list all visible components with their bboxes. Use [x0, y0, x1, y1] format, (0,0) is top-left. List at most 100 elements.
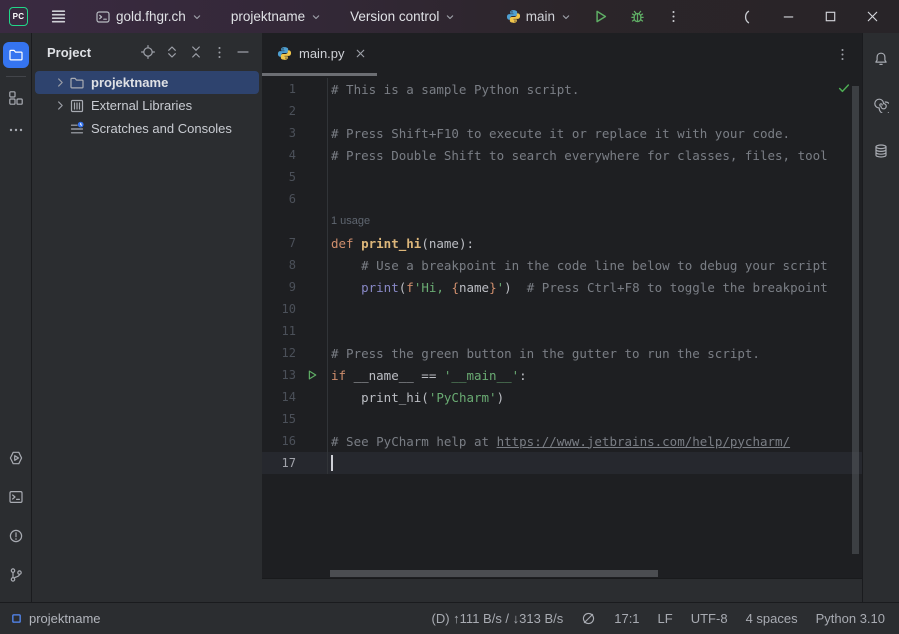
code-editor[interactable]: 1# This is a sample Python script. 2 3 # Pr… [262, 76, 862, 578]
code-line-text: # Press Shift+F10 to execute it or repla… [328, 126, 790, 141]
tab-label: main.py [299, 46, 345, 61]
line-separator-widget[interactable]: LF [658, 611, 673, 626]
code-line[interactable]: 7def print_hi(name): [262, 232, 862, 254]
gutter: 6 [262, 188, 328, 210]
crescent-icon[interactable] [725, 3, 767, 31]
editor-bottom-strip [262, 578, 862, 602]
run-line-icon[interactable] [296, 369, 327, 381]
collapse-all-button[interactable] [187, 43, 205, 61]
code-line[interactable]: 16 # See PyCharm help at https://www.jetb… [262, 430, 862, 452]
line-number[interactable]: 8 [262, 258, 296, 272]
code-token: print_hi [361, 236, 421, 251]
usages-inlay-hint[interactable]: 1 usage [331, 215, 370, 227]
code-line[interactable]: 13if __name__ == '__main__': [262, 364, 862, 386]
tab-options-button[interactable] [823, 33, 862, 76]
caret-position-widget[interactable]: 17:1 [614, 611, 639, 626]
ai-assistant-button[interactable] [868, 92, 894, 118]
code-line[interactable]: 2 [262, 100, 862, 122]
line-number[interactable]: 5 [262, 170, 296, 184]
code-line[interactable]: 8 # Use a breakpoint in the code line be… [262, 254, 862, 276]
minimize-window-button[interactable] [767, 3, 809, 31]
chevron-down-icon [444, 11, 456, 23]
code-token: f [406, 280, 414, 295]
indent-widget[interactable]: 4 spaces [746, 611, 798, 626]
tree-item-scratches-and-consoles[interactable]: Scratches and Consoles [35, 117, 259, 140]
debug-button[interactable] [623, 4, 652, 29]
code-line[interactable]: 4# Press Double Shift to search everywhe… [262, 144, 862, 166]
database-button[interactable] [868, 138, 894, 164]
line-number[interactable]: 15 [262, 412, 296, 426]
line-number[interactable]: 16 [262, 434, 296, 448]
line-number[interactable]: 7 [262, 236, 296, 250]
line-number[interactable]: 4 [262, 148, 296, 162]
line-number[interactable]: 17 [262, 456, 296, 470]
inlay-row[interactable]: 1 usage [262, 210, 862, 232]
code-line[interactable]: 3 # Press Shift+F10 to execute it or repl… [262, 122, 862, 144]
chevron-right-icon[interactable] [53, 75, 69, 90]
horizontal-scrollbar[interactable] [330, 570, 658, 577]
project-selector[interactable]: projektname [225, 5, 328, 28]
gutter: 2 [262, 100, 328, 122]
inspection-ok-icon[interactable] [837, 81, 851, 95]
panel-header-actions [139, 43, 252, 61]
tree-item-external-libraries[interactable]: External Libraries [35, 94, 259, 117]
maximize-window-button[interactable] [809, 3, 851, 31]
run-config-selector[interactable]: main [500, 5, 578, 28]
chevron-right-icon[interactable] [53, 98, 69, 113]
code-token: ) [504, 280, 512, 295]
vertical-scrollbar[interactable] [852, 86, 859, 554]
select-opened-file-button[interactable] [139, 43, 157, 61]
panel-options-button[interactable] [211, 44, 228, 61]
problems-tool-button[interactable] [3, 523, 29, 549]
gutter: 17 [262, 452, 328, 474]
terminal-tool-button[interactable] [3, 484, 29, 510]
encoding-widget[interactable]: UTF-8 [691, 611, 728, 626]
inspections-widget[interactable] [581, 611, 596, 626]
run-button[interactable] [586, 4, 615, 29]
close-tab-button[interactable] [354, 47, 367, 60]
interpreter-widget[interactable]: Python 3.10 [816, 611, 885, 626]
code-line-text: # See PyCharm help at https://www.jetbra… [328, 434, 790, 449]
code-line[interactable]: 11 [262, 320, 862, 342]
code-line[interactable]: 10 [262, 298, 862, 320]
close-window-button[interactable] [851, 3, 893, 31]
more-actions-button[interactable] [660, 5, 687, 28]
code-line[interactable]: 6 [262, 188, 862, 210]
line-number[interactable]: 14 [262, 390, 296, 404]
code-line[interactable]: 1# This is a sample Python script. [262, 78, 862, 100]
status-widgets: (D) ↑111 B/s / ↓313 B/s 17:1 LF UTF-8 4 spac… [432, 611, 886, 626]
line-number[interactable]: 9 [262, 280, 296, 294]
more-tool-windows-button[interactable] [3, 117, 29, 143]
main-menu-button[interactable] [44, 4, 73, 29]
network-speed-widget[interactable]: (D) ↑111 B/s / ↓313 B/s [432, 611, 564, 626]
notifications-button[interactable] [868, 46, 894, 72]
expand-all-button[interactable] [163, 43, 181, 61]
code-line[interactable]: 15 [262, 408, 862, 430]
code-line[interactable]: 12# Press the green button in the gutter… [262, 342, 862, 364]
git-icon [8, 567, 24, 583]
editor-tab-main-py[interactable]: main.py [262, 33, 377, 76]
code-line[interactable]: 14 print_hi('PyCharm') [262, 386, 862, 408]
code-line[interactable]: 9 print(f'Hi, {name}') # Press Ctrl+F8 t… [262, 276, 862, 298]
code-line[interactable]: 17 [262, 452, 862, 474]
line-number[interactable]: 11 [262, 324, 296, 338]
database-icon [873, 143, 889, 159]
line-number[interactable]: 12 [262, 346, 296, 360]
project-tool-button[interactable] [3, 42, 29, 68]
code-token: } [489, 280, 497, 295]
line-number[interactable]: 10 [262, 302, 296, 316]
vcs-selector-label: Version control [350, 9, 439, 24]
hide-panel-button[interactable] [234, 43, 252, 61]
run-tool-button[interactable] [3, 445, 29, 471]
structure-tool-button[interactable] [3, 85, 29, 111]
line-number[interactable]: 13 [262, 368, 296, 382]
line-number[interactable]: 1 [262, 82, 296, 96]
tree-item-projektname[interactable]: projektname [35, 71, 259, 94]
code-line[interactable]: 5 [262, 166, 862, 188]
line-number[interactable]: 6 [262, 192, 296, 206]
line-number[interactable]: 3 [262, 126, 296, 140]
vcs-selector[interactable]: Version control [344, 5, 462, 28]
remote-host-selector[interactable]: gold.fhgr.ch [89, 5, 209, 29]
line-number[interactable]: 2 [262, 104, 296, 118]
version-control-tool-button[interactable] [3, 562, 29, 588]
